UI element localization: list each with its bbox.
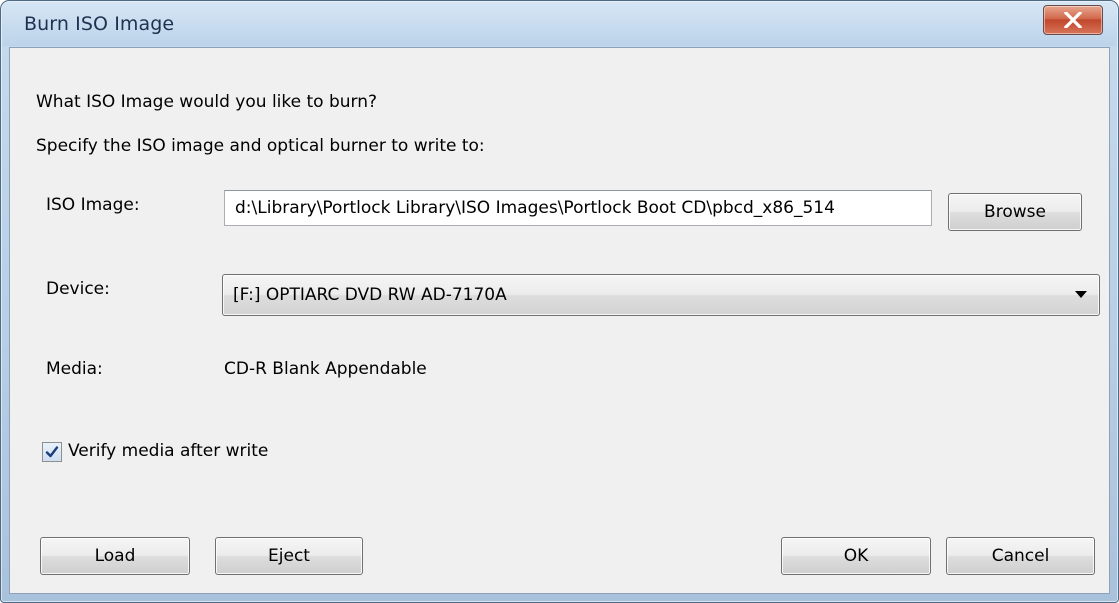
media-status-value: CD-R Blank Appendable xyxy=(224,359,427,379)
browse-button[interactable]: Browse xyxy=(948,193,1082,231)
window-title: Burn ISO Image xyxy=(24,13,175,35)
close-x-icon xyxy=(1064,12,1082,28)
device-label: Device: xyxy=(46,279,110,299)
chevron-down-icon xyxy=(1075,291,1087,298)
device-select[interactable]: [F:] OPTIARC DVD RW AD-7170A xyxy=(222,274,1100,316)
ok-button[interactable]: OK xyxy=(781,537,931,575)
device-selected-value: [F:] OPTIARC DVD RW AD-7170A xyxy=(233,285,507,305)
media-label: Media: xyxy=(46,359,103,379)
cancel-button[interactable]: Cancel xyxy=(946,537,1095,575)
iso-image-path-input[interactable]: d:\Library\Portlock Library\ISO Images\P… xyxy=(224,190,932,226)
close-button[interactable] xyxy=(1043,5,1103,35)
verify-media-checkbox[interactable] xyxy=(42,442,62,462)
eject-button[interactable]: Eject xyxy=(215,537,363,575)
verify-media-label[interactable]: Verify media after write xyxy=(68,441,268,461)
cancel-button-label: Cancel xyxy=(991,546,1050,566)
title-bar[interactable]: Burn ISO Image xyxy=(2,2,1117,46)
browse-button-label: Browse xyxy=(984,202,1046,222)
load-button[interactable]: Load xyxy=(40,537,190,575)
eject-button-label: Eject xyxy=(268,546,310,566)
dialog-body: What ISO Image would you like to burn? S… xyxy=(9,47,1110,594)
dialog-window: Burn ISO Image What ISO Image would you … xyxy=(0,0,1119,603)
ok-button-label: OK xyxy=(843,546,869,566)
iso-image-label: ISO Image: xyxy=(46,195,140,215)
check-mark-icon xyxy=(45,446,59,458)
prompt-question: What ISO Image would you like to burn? xyxy=(36,92,378,112)
load-button-label: Load xyxy=(94,546,136,566)
prompt-instruction: Specify the ISO image and optical burner… xyxy=(36,136,485,156)
